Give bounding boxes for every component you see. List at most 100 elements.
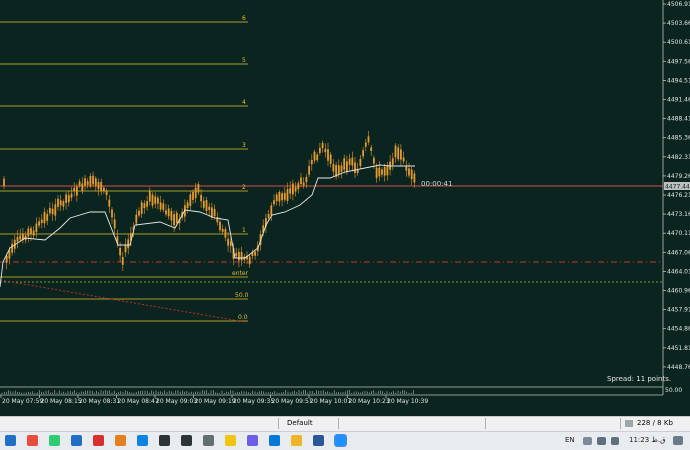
candle-body	[65, 194, 67, 203]
current-price-label: 4477.44	[665, 184, 690, 191]
candle-body	[273, 200, 275, 205]
candle-body	[340, 165, 343, 172]
photos-app-icon[interactable]	[247, 435, 258, 446]
start-icon[interactable]	[5, 435, 16, 446]
candle-body	[221, 228, 224, 232]
candle-body	[281, 193, 283, 201]
candle-body	[394, 145, 397, 158]
candle-body	[224, 229, 227, 238]
candle-body	[227, 238, 229, 246]
candle-body	[138, 210, 140, 216]
price-tick-label: 4457.91	[667, 307, 690, 314]
youtube-icon[interactable]	[93, 435, 104, 446]
candle-body	[135, 214, 138, 224]
candle-body	[332, 164, 335, 172]
volume-icon[interactable]	[611, 437, 619, 445]
word-icon[interactable]	[313, 435, 324, 446]
candle-body	[189, 194, 192, 207]
candle-body	[54, 204, 57, 216]
candle-body	[175, 212, 178, 223]
candle-body	[113, 219, 116, 229]
notification-icon[interactable]	[673, 436, 683, 445]
chrome-icon[interactable]	[27, 435, 38, 446]
fib-label-0: 0.0	[238, 314, 248, 321]
candle-body	[289, 187, 292, 194]
candle-body	[159, 202, 162, 210]
tab-separator-2	[338, 418, 339, 429]
fib-label-1: 1	[242, 227, 246, 234]
fib-label-5: 5	[242, 57, 246, 64]
price-tick-label: 4500.61	[667, 39, 690, 46]
candle-body	[378, 167, 381, 177]
candle-body	[97, 182, 100, 190]
tab-separator-3	[485, 418, 486, 429]
metatrader-icon[interactable]	[334, 434, 347, 447]
candle-body	[356, 169, 359, 174]
candle-body	[343, 158, 346, 170]
connection-status-icon[interactable]	[625, 420, 633, 427]
candle-body	[286, 189, 289, 201]
fib-label-2: 2	[242, 184, 246, 191]
edge-icon[interactable]	[269, 435, 280, 446]
tab-default[interactable]: Default	[281, 418, 319, 429]
mail-icon[interactable]	[71, 435, 82, 446]
candle-body	[238, 251, 240, 261]
price-tick-label: 4464.01	[667, 268, 690, 275]
candle-body	[105, 190, 108, 196]
fib-label-50: 50.0	[235, 292, 249, 299]
candle-body	[294, 187, 297, 192]
yellow-app-icon[interactable]	[225, 435, 236, 446]
candle-body	[405, 166, 408, 171]
candle-body	[165, 210, 167, 215]
candle-body	[51, 208, 54, 215]
candle-body	[127, 239, 130, 249]
candle-body	[186, 202, 189, 209]
candle-body	[300, 177, 302, 184]
settings-app-icon[interactable]	[203, 435, 214, 446]
candle-body	[348, 158, 351, 165]
candle-body	[354, 162, 356, 173]
price-tick-label: 4479.26	[667, 173, 690, 180]
price-tick-label: 4476.21	[667, 192, 690, 199]
candle-body	[367, 136, 370, 143]
language-indicator[interactable]: EN	[565, 436, 575, 444]
candle-body	[208, 206, 211, 211]
candle-body	[81, 183, 84, 192]
candle-body	[297, 183, 300, 190]
candle-body	[49, 207, 51, 214]
candle-body	[370, 147, 373, 151]
candle-body	[59, 200, 62, 206]
chrome-icon-2[interactable]	[49, 435, 60, 446]
candle-body	[32, 230, 35, 236]
candle-body	[57, 198, 59, 207]
price-chart[interactable]: 6 5 4 3 2 1 enter 50.0 0.0 00:00:41 4506…	[0, 0, 690, 406]
firefox-icon[interactable]	[115, 435, 126, 446]
candle-body	[408, 168, 410, 176]
candle-body	[67, 195, 70, 203]
candle-body	[27, 228, 30, 237]
network-icon[interactable]	[597, 437, 606, 445]
candle-body	[197, 184, 200, 193]
candle-body	[19, 235, 22, 240]
price-tick-label: 4451.81	[667, 345, 690, 352]
chevron-up-icon[interactable]	[583, 437, 592, 445]
candle-body	[157, 197, 159, 204]
candle-body	[73, 187, 76, 191]
candle-body	[62, 201, 65, 207]
fn-app-icon[interactable]	[159, 435, 170, 446]
candle-body	[310, 160, 313, 165]
price-tick-label: 4506.91	[667, 1, 690, 8]
fn-app-icon-2[interactable]	[181, 435, 192, 446]
candle-body	[319, 147, 321, 153]
price-tick-label: 4503.66	[667, 20, 690, 27]
clock[interactable]: 11:23 ق.ظ	[629, 436, 666, 444]
time-tick-label: 20 May 10:39	[387, 398, 428, 405]
candle-body	[192, 191, 194, 200]
time-tick-label: 20 May 10:07	[310, 398, 351, 405]
files-icon[interactable]	[137, 435, 148, 446]
chart-canvas[interactable]: 6 5 4 3 2 1 enter 50.0 0.0 00:00:41 4506…	[0, 0, 690, 406]
candle-body	[305, 177, 308, 183]
folder-icon[interactable]	[291, 435, 302, 446]
candle-body	[346, 161, 348, 172]
candle-body	[111, 209, 113, 218]
